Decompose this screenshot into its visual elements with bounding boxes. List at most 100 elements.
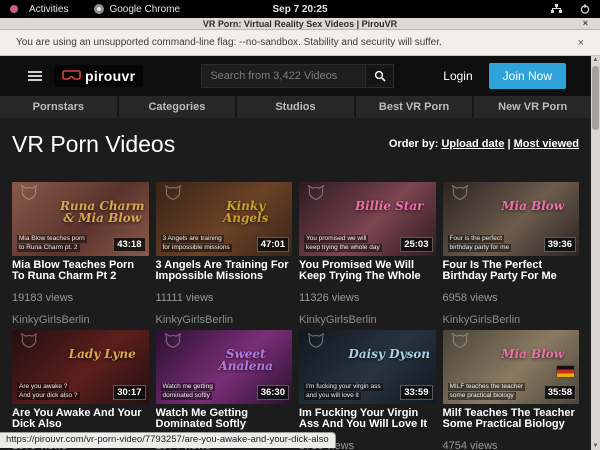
- german-flag-icon: [557, 366, 574, 377]
- video-thumbnail[interactable]: Runa Charm & Mia Blow Mia Blow teaches p…: [12, 182, 149, 256]
- chrome-icon: [94, 4, 104, 14]
- thumbnail-caption: Mia Blow teaches pornto Runa Charm pt. 2: [17, 234, 87, 252]
- warning-text: You are using an unsupported command-lin…: [16, 37, 442, 48]
- clock[interactable]: Sep 7 20:25: [272, 4, 327, 15]
- video-title-link[interactable]: Milf Teaches The Teacher Some Practical …: [443, 408, 580, 430]
- video-thumbnail[interactable]: Daisy Dyson I'm fucking your virgin assa…: [299, 330, 436, 404]
- join-now-button[interactable]: Join Now: [489, 63, 566, 89]
- order-by-most-viewed-link[interactable]: Most viewed: [514, 138, 579, 150]
- video-card[interactable]: Mia Blow Four is the perfectbirthday par…: [443, 182, 580, 326]
- thumbnail-performer-name: Mia Blow: [490, 200, 575, 212]
- duration-badge: 30:17: [113, 385, 145, 400]
- video-card[interactable]: Mia Blow MILF teaches the teachersome pr…: [443, 330, 580, 450]
- network-tray-icon[interactable]: [551, 4, 562, 14]
- nav-item-pornstars[interactable]: Pornstars: [0, 96, 117, 118]
- vr-goggles-icon: [62, 70, 81, 82]
- thumbnail-caption: I'm fucking your virgin assand you will …: [304, 382, 383, 400]
- sandbox-warning-bar: You are using an unsupported command-lin…: [0, 30, 600, 56]
- thumbnail-performer-name: Billie Star: [347, 200, 432, 212]
- video-thumbnail[interactable]: Lady Lyne Are you awake ?And your dick a…: [12, 330, 149, 404]
- studio-link[interactable]: KinkyGirlsBerlin: [156, 314, 293, 326]
- order-by-label: Order by:: [389, 138, 439, 150]
- video-title-link[interactable]: 3 Angels Are Training For Impossible Mis…: [156, 260, 293, 282]
- video-thumbnail[interactable]: Mia Blow Four is the perfectbirthday par…: [443, 182, 580, 256]
- video-views: 11111 views: [156, 292, 293, 304]
- studio-link[interactable]: KinkyGirlsBerlin: [12, 314, 149, 326]
- page-scrollbar[interactable]: ▲ ▼: [591, 56, 600, 450]
- studio-cat-logo-icon: [450, 333, 470, 354]
- site-logo[interactable]: pirouvr: [54, 65, 143, 87]
- video-views: 4754 views: [443, 440, 580, 450]
- video-title-link[interactable]: Im Fucking Your Virgin Ass And You Will …: [299, 408, 436, 430]
- hamburger-menu-icon[interactable]: [28, 71, 42, 81]
- video-title-link[interactable]: Four Is The Perfect Birthday Party For M…: [443, 260, 580, 282]
- thumbnail-performer-name: Mia Blow: [490, 348, 575, 360]
- browser-title-bar: VR Porn: Virtual Reality Sex Videos | Pi…: [0, 18, 600, 30]
- video-card[interactable]: Runa Charm & Mia Blow Mia Blow teaches p…: [12, 182, 149, 326]
- video-title-link[interactable]: Watch Me Getting Dominated Softly: [156, 408, 293, 430]
- studio-cat-logo-icon: [450, 185, 470, 206]
- page-viewport: pirouvr Login Join Now PornstarsCategori…: [0, 56, 591, 450]
- duration-badge: 36:30: [257, 385, 289, 400]
- order-by-upload-date-link[interactable]: Upload date: [441, 138, 504, 150]
- search-icon: [374, 70, 386, 82]
- thumbnail-performer-name: Kinky Angels: [203, 200, 288, 224]
- recording-indicator-dot: [10, 5, 18, 13]
- video-thumbnail[interactable]: Mia Blow MILF teaches the teachersome pr…: [443, 330, 580, 404]
- thumbnail-performer-name: Daisy Dyson: [347, 348, 432, 360]
- thumbnail-caption: You promised we willkeep trying the whol…: [304, 234, 382, 252]
- thumbnail-caption: MILF teaches the teachersome practical b…: [448, 382, 526, 400]
- status-url-popup: https://pirouvr.com/vr-porn-video/779325…: [0, 432, 336, 448]
- thumbnail-performer-name: Runa Charm & Mia Blow: [60, 200, 145, 224]
- thumbnail-caption: Are you awake ?And your dick also ?: [17, 382, 80, 400]
- page-title: VR Porn Videos: [12, 131, 175, 158]
- scroll-down-arrow-icon[interactable]: ▼: [591, 443, 600, 449]
- activities-button[interactable]: Activities: [10, 4, 68, 15]
- video-thumbnail[interactable]: Sweet Analena Watch me gettingdominated …: [156, 330, 293, 404]
- scrollbar-thumb[interactable]: [592, 66, 599, 130]
- video-title-link[interactable]: Mia Blow Teaches Porn To Runa Charm Pt 2: [12, 260, 149, 282]
- system-top-bar: Activities Google Chrome Sep 7 20:25: [0, 0, 600, 18]
- search-bar: [201, 64, 394, 88]
- power-icon[interactable]: [580, 4, 590, 14]
- thumbnail-caption: 3 Angels are trainingfor impossible miss…: [161, 234, 232, 252]
- studio-link[interactable]: KinkyGirlsBerlin: [299, 314, 436, 326]
- nav-item-new-vr-porn[interactable]: New VR Porn: [472, 96, 591, 118]
- video-card[interactable]: Kinky Angels 3 Angels are trainingfor im…: [156, 182, 293, 326]
- video-title-link[interactable]: Are You Awake And Your Dick Also: [12, 408, 149, 430]
- duration-badge: 43:18: [113, 237, 145, 252]
- video-views: 19183 views: [12, 292, 149, 304]
- search-button[interactable]: [366, 64, 394, 88]
- nav-item-categories[interactable]: Categories: [117, 96, 236, 118]
- search-input[interactable]: [201, 64, 366, 88]
- site-header: pirouvr Login Join Now: [0, 56, 591, 96]
- video-thumbnail[interactable]: Kinky Angels 3 Angels are trainingfor im…: [156, 182, 293, 256]
- duration-badge: 35:58: [544, 385, 576, 400]
- studio-cat-logo-icon: [163, 185, 183, 206]
- video-title-link[interactable]: You Promised We Will Keep Trying The Who…: [299, 260, 436, 282]
- video-views: 6958 views: [443, 292, 580, 304]
- video-grid: Runa Charm & Mia Blow Mia Blow teaches p…: [12, 182, 579, 450]
- video-views: 11326 views: [299, 292, 436, 304]
- login-link[interactable]: Login: [443, 69, 472, 83]
- studio-cat-logo-icon: [163, 333, 183, 354]
- video-card[interactable]: Billie Star You promised we willkeep try…: [299, 182, 436, 326]
- video-thumbnail[interactable]: Billie Star You promised we willkeep try…: [299, 182, 436, 256]
- duration-badge: 39:36: [544, 237, 576, 252]
- main-nav: PornstarsCategoriesStudiosBest VR PornNe…: [0, 96, 591, 118]
- studio-cat-logo-icon: [306, 333, 326, 354]
- studio-link[interactable]: KinkyGirlsBerlin: [443, 314, 580, 326]
- close-icon[interactable]: ×: [583, 18, 588, 28]
- app-menu-label: Google Chrome: [109, 4, 180, 15]
- nav-item-best-vr-porn[interactable]: Best VR Porn: [354, 96, 473, 118]
- thumbnail-caption: Watch me gettingdominated softly: [161, 382, 215, 400]
- nav-item-studios[interactable]: Studios: [235, 96, 354, 118]
- thumbnail-performer-name: Sweet Analena: [203, 348, 288, 372]
- duration-badge: 47:01: [257, 237, 289, 252]
- scroll-up-arrow-icon[interactable]: ▲: [591, 57, 600, 63]
- duration-badge: 25:03: [400, 237, 432, 252]
- logo-text: pirouvr: [85, 68, 135, 84]
- thumbnail-caption: Four is the perfectbirthday party for me: [448, 234, 512, 252]
- warning-close-icon[interactable]: ×: [578, 37, 584, 49]
- app-menu[interactable]: Google Chrome: [94, 4, 180, 15]
